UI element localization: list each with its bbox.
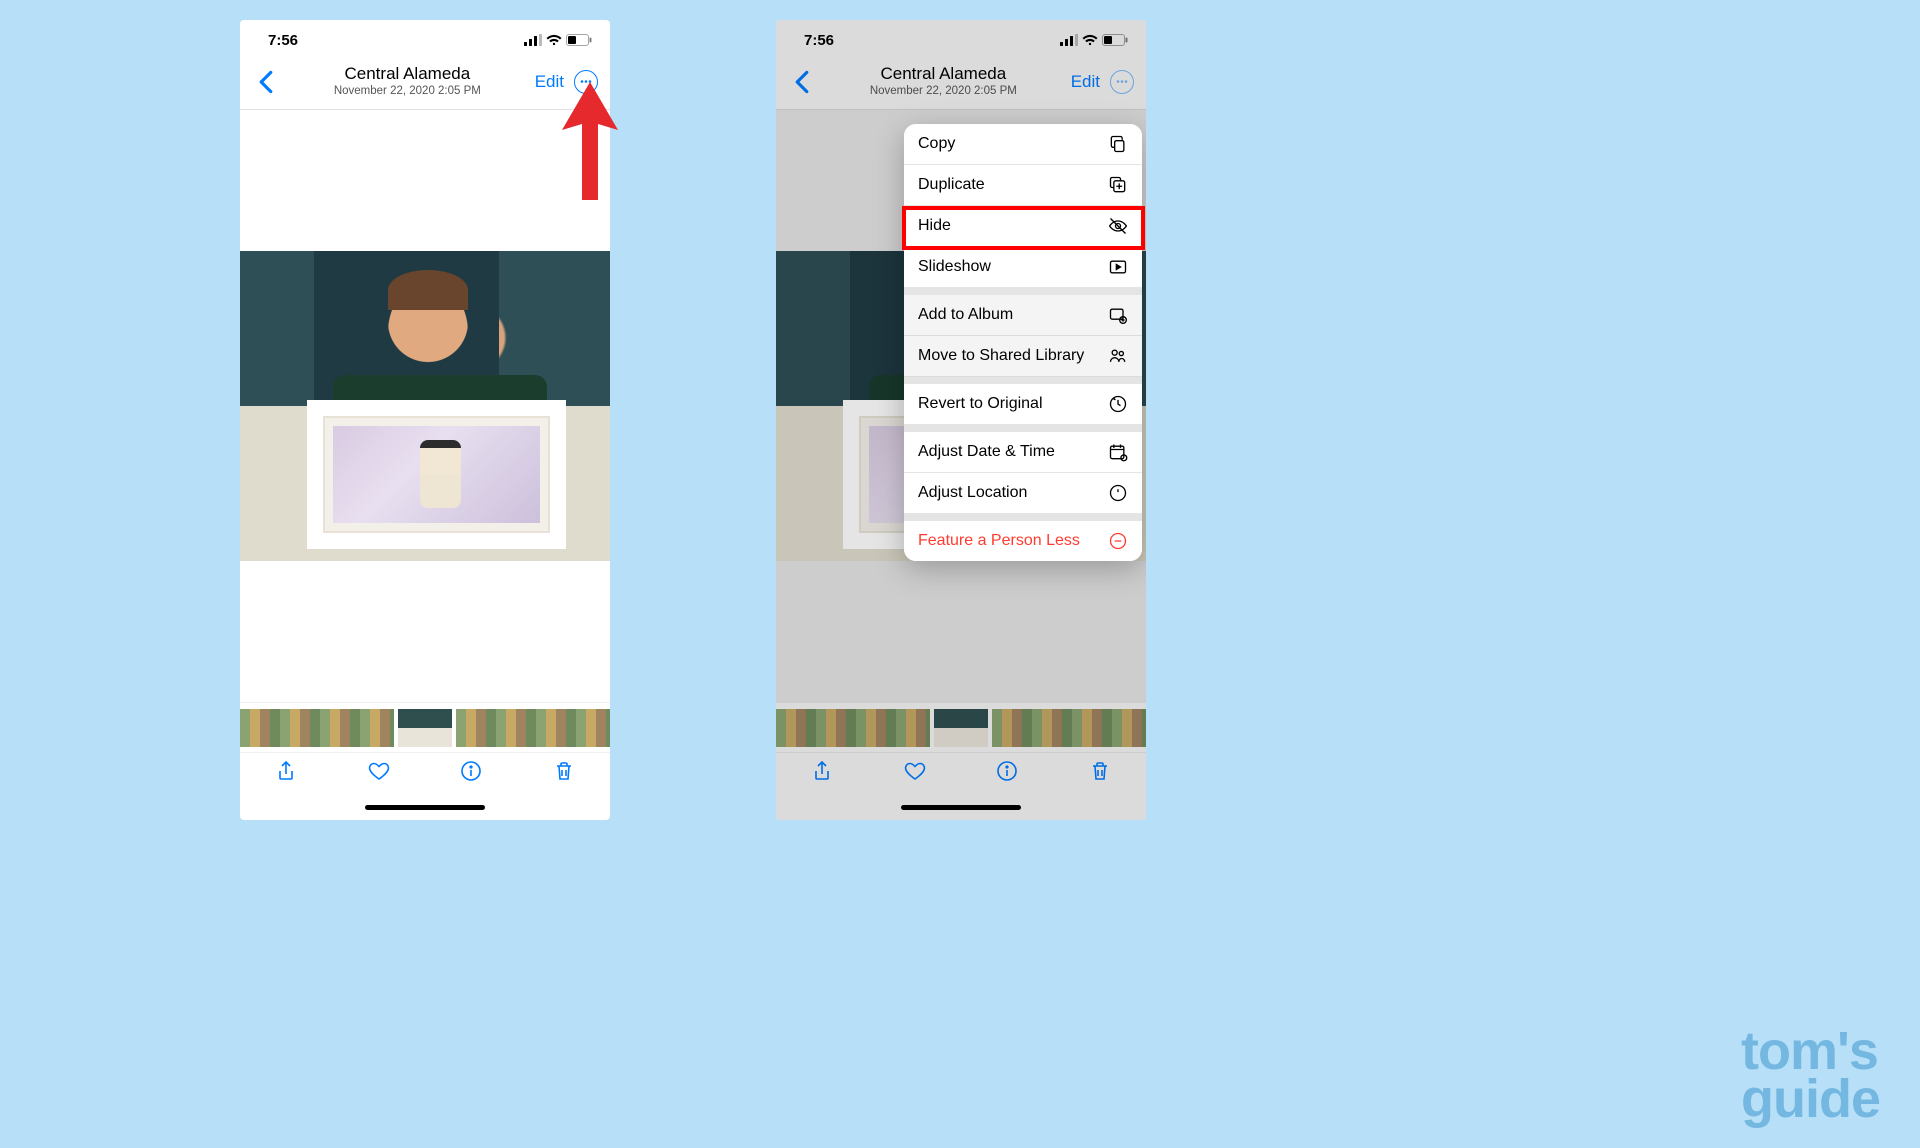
nav-subtitle: November 22, 2020 2:05 PM bbox=[816, 85, 1071, 98]
screenshot-right: 7:56 Central Alameda November 22, 2020 2… bbox=[776, 20, 1146, 820]
battery-icon bbox=[566, 34, 592, 46]
menu-hide[interactable]: Hide bbox=[904, 206, 1142, 247]
menu-adjust-date[interactable]: Adjust Date & Time bbox=[904, 432, 1142, 473]
status-icons bbox=[524, 34, 592, 46]
menu-duplicate[interactable]: Duplicate bbox=[904, 165, 1142, 206]
status-time: 7:56 bbox=[268, 32, 298, 49]
nav-title-block: Central Alameda November 22, 2020 2:05 P… bbox=[280, 65, 535, 97]
home-indicator[interactable] bbox=[240, 794, 610, 820]
context-menu: Copy Duplicate Hide Slideshow Add to Alb… bbox=[904, 124, 1142, 561]
thumb[interactable] bbox=[240, 709, 394, 747]
screenshot-left: 7:56 Central Alameda November 22, 2020 2… bbox=[240, 20, 610, 820]
photo-viewer[interactable] bbox=[240, 110, 610, 702]
menu-copy[interactable]: Copy bbox=[904, 124, 1142, 165]
calendar-icon bbox=[1108, 442, 1128, 462]
status-bar: 7:56 bbox=[776, 20, 1146, 54]
cellular-icon bbox=[524, 34, 542, 46]
nav-bar: Central Alameda November 22, 2020 2:05 P… bbox=[240, 54, 610, 110]
info-button[interactable] bbox=[459, 759, 483, 788]
menu-add-to-album[interactable]: Add to Album bbox=[904, 295, 1142, 336]
menu-adjust-location[interactable]: Adjust Location bbox=[904, 473, 1142, 514]
status-bar: 7:56 bbox=[240, 20, 610, 54]
nav-title-block: Central Alameda November 22, 2020 2:05 P… bbox=[816, 65, 1071, 97]
status-time: 7:56 bbox=[804, 32, 834, 49]
menu-move-to-shared[interactable]: Move to Shared Library bbox=[904, 336, 1142, 377]
nav-bar: Central Alameda November 22, 2020 2:05 P… bbox=[776, 54, 1146, 110]
duplicate-icon bbox=[1108, 175, 1128, 195]
shared-icon bbox=[1108, 346, 1128, 366]
photo bbox=[240, 251, 610, 561]
nav-title: Central Alameda bbox=[816, 65, 1071, 84]
favorite-button[interactable] bbox=[367, 759, 391, 788]
thumb[interactable] bbox=[992, 709, 1146, 747]
menu-label: Revert to Original bbox=[918, 395, 1043, 413]
menu-feature-less[interactable]: Feature a Person Less bbox=[904, 521, 1142, 561]
favorite-button[interactable] bbox=[903, 759, 927, 788]
menu-label: Add to Album bbox=[918, 306, 1013, 324]
annotation-arrow bbox=[560, 82, 620, 202]
menu-label: Copy bbox=[918, 135, 955, 153]
menu-label: Adjust Date & Time bbox=[918, 443, 1055, 461]
minus-circle-icon bbox=[1108, 531, 1128, 551]
home-indicator[interactable] bbox=[776, 794, 1146, 820]
nav-subtitle: November 22, 2020 2:05 PM bbox=[280, 85, 535, 98]
thumb-current[interactable] bbox=[934, 709, 988, 747]
menu-label: Hide bbox=[918, 217, 951, 235]
back-button[interactable] bbox=[788, 70, 816, 94]
thumbnail-strip[interactable] bbox=[240, 702, 610, 752]
wifi-icon bbox=[546, 34, 562, 46]
album-icon bbox=[1108, 305, 1128, 325]
thumb-current[interactable] bbox=[398, 709, 452, 747]
nav-title: Central Alameda bbox=[280, 65, 535, 84]
thumb[interactable] bbox=[776, 709, 930, 747]
menu-label: Move to Shared Library bbox=[918, 347, 1084, 365]
hide-icon bbox=[1108, 216, 1128, 236]
more-button[interactable] bbox=[1110, 70, 1134, 94]
bottom-toolbar bbox=[240, 752, 610, 794]
slideshow-icon bbox=[1108, 257, 1128, 277]
menu-label: Duplicate bbox=[918, 176, 985, 194]
trash-button[interactable] bbox=[1088, 759, 1112, 788]
status-icons bbox=[1060, 34, 1128, 46]
share-button[interactable] bbox=[810, 759, 834, 788]
wifi-icon bbox=[1082, 34, 1098, 46]
revert-icon bbox=[1108, 394, 1128, 414]
menu-slideshow[interactable]: Slideshow bbox=[904, 247, 1142, 288]
location-icon bbox=[1108, 483, 1128, 503]
menu-label: Feature a Person Less bbox=[918, 532, 1080, 550]
back-button[interactable] bbox=[252, 70, 280, 94]
info-button[interactable] bbox=[995, 759, 1019, 788]
trash-button[interactable] bbox=[552, 759, 576, 788]
thumb[interactable] bbox=[456, 709, 610, 747]
thumbnail-strip[interactable] bbox=[776, 702, 1146, 752]
cellular-icon bbox=[1060, 34, 1078, 46]
copy-icon bbox=[1108, 134, 1128, 154]
watermark: tom's guide bbox=[1741, 1027, 1880, 1124]
share-button[interactable] bbox=[274, 759, 298, 788]
menu-label: Adjust Location bbox=[918, 484, 1027, 502]
bottom-toolbar bbox=[776, 752, 1146, 794]
menu-revert[interactable]: Revert to Original bbox=[904, 384, 1142, 425]
menu-label: Slideshow bbox=[918, 258, 991, 276]
edit-button[interactable]: Edit bbox=[1071, 72, 1100, 92]
battery-icon bbox=[1102, 34, 1128, 46]
